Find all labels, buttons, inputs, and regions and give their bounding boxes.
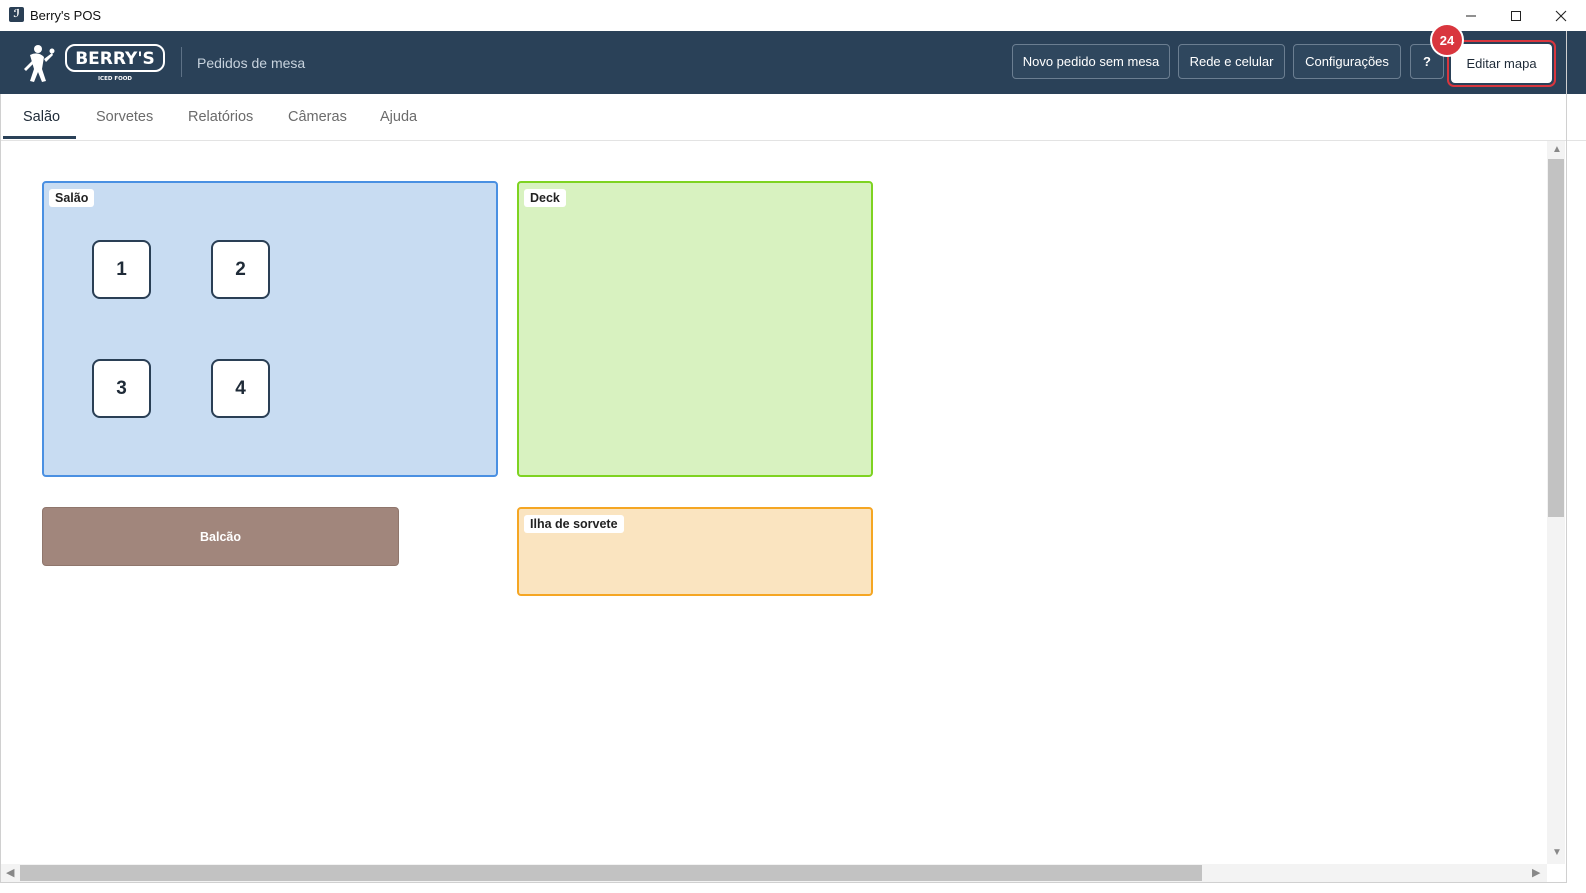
table-3[interactable]: 3 — [92, 359, 151, 418]
zone-label: Salão — [49, 189, 95, 207]
header-divider — [181, 47, 182, 77]
zone-balcao[interactable]: Balcão — [42, 507, 399, 566]
minimize-icon — [1465, 15, 1476, 16]
zone-deck[interactable]: Deck — [517, 181, 873, 477]
window-border — [0, 882, 1567, 883]
scroll-up-icon[interactable]: ▲ — [1552, 144, 1562, 155]
scroll-right-icon[interactable]: ▶ — [1532, 866, 1540, 879]
berrys-app-icon: ℐ — [9, 7, 24, 22]
tab-relatorios[interactable]: Relatórios — [188, 109, 253, 125]
table-2[interactable]: 2 — [211, 240, 270, 299]
horizontal-scrollbar[interactable]: ◀ ▶ — [0, 864, 1547, 882]
berrys-logo: BERRY'S ICED FOOD — [24, 44, 165, 82]
network-button[interactable]: Rede e celular — [1178, 44, 1285, 79]
new-order-without-table-button[interactable]: Novo pedido sem mesa — [1012, 44, 1170, 79]
edit-map-button[interactable]: Editar mapa — [1451, 44, 1552, 83]
logo-text: BERRY'S — [75, 49, 155, 69]
app-header: BERRY'S ICED FOOD Pedidos de mesa Novo p… — [0, 31, 1586, 94]
zone-label: Ilha de sorvete — [524, 515, 624, 533]
window-border — [1566, 31, 1567, 883]
zone-salao[interactable]: Salão — [42, 181, 498, 477]
maximize-icon — [1510, 10, 1521, 21]
table-4[interactable]: 4 — [211, 359, 270, 418]
window-titlebar: ℐ Berry's POS — [0, 0, 1586, 32]
tab-sorvetes[interactable]: Sorvetes — [96, 109, 153, 125]
logo-subtext: ICED FOOD — [98, 76, 132, 82]
zone-ilha-de-sorvete[interactable]: Ilha de sorvete — [517, 507, 873, 596]
window-border — [0, 94, 1, 883]
close-button[interactable] — [1538, 0, 1583, 31]
vertical-scroll-thumb[interactable] — [1548, 159, 1564, 517]
tab-ajuda[interactable]: Ajuda — [380, 109, 417, 125]
active-tab-indicator — [3, 136, 76, 139]
zone-label: Deck — [524, 189, 566, 207]
horizontal-scroll-thumb[interactable] — [20, 865, 1202, 881]
page-subtitle: Pedidos de mesa — [197, 55, 306, 71]
window-title: Berry's POS — [30, 8, 102, 23]
close-icon — [1555, 10, 1566, 21]
maximize-button[interactable] — [1493, 0, 1538, 31]
settings-button[interactable]: Configurações — [1293, 44, 1401, 79]
main-tabs: Salão Sorvetes Relatórios Câmeras Ajuda — [0, 94, 1586, 141]
scroll-down-icon[interactable]: ▼ — [1552, 847, 1562, 858]
table-1[interactable]: 1 — [92, 240, 151, 299]
notification-badge: 24 — [1432, 25, 1462, 55]
vertical-scrollbar[interactable]: ▲ ▼ — [1547, 141, 1565, 864]
scroll-left-icon[interactable]: ◀ — [6, 866, 14, 879]
tab-salao[interactable]: Salão — [23, 109, 60, 125]
tab-cameras[interactable]: Câmeras — [288, 109, 347, 125]
